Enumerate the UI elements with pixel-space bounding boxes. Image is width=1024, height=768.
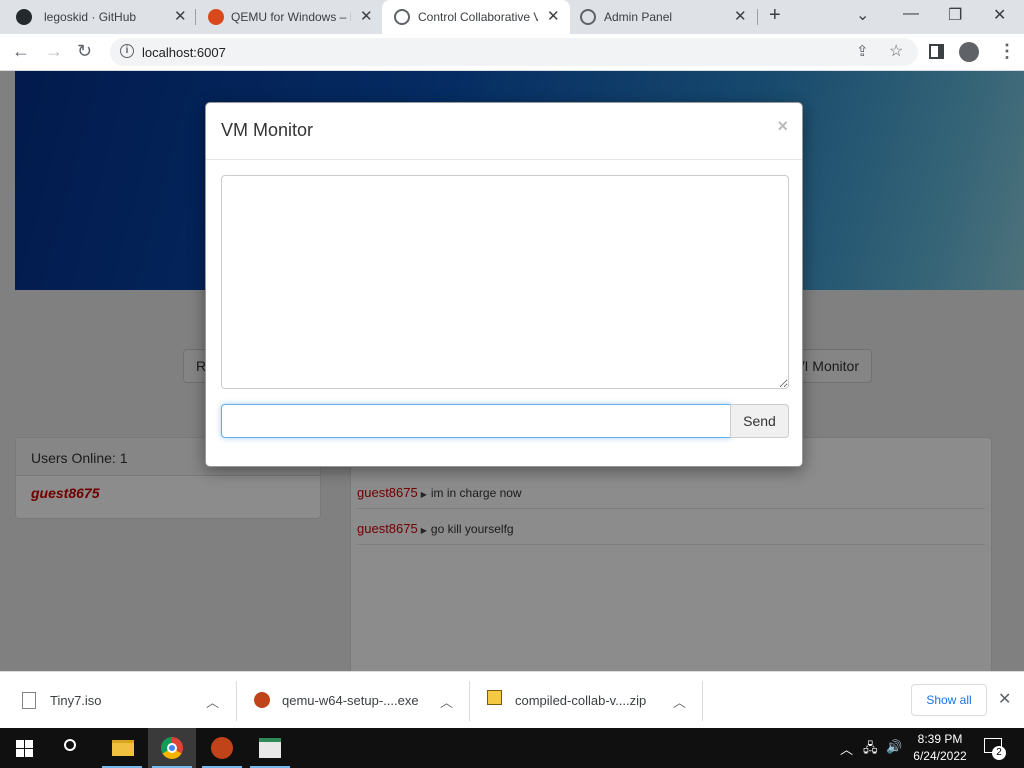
- taskbar-chrome[interactable]: [148, 728, 196, 768]
- tab-separator: [757, 9, 758, 25]
- zip-icon: [487, 690, 502, 705]
- tab-control-collaborative[interactable]: Control Collaborative V ✕: [382, 0, 570, 34]
- tray-chevron-up-icon[interactable]: ︿: [840, 739, 853, 758]
- download-item[interactable]: Tiny7.iso ︿: [22, 679, 232, 723]
- tab-search-icon[interactable]: ⌄: [856, 5, 869, 25]
- network-icon[interactable]: 🖧: [863, 739, 878, 761]
- download-filename: compiled-collab-v....zip: [515, 693, 647, 708]
- chrome-icon-center: [167, 743, 177, 753]
- chevron-up-icon[interactable]: ︿: [206, 692, 219, 711]
- tab-admin-panel[interactable]: Admin Panel ✕: [570, 0, 758, 34]
- back-arrow-icon[interactable]: ←: [12, 41, 30, 62]
- menu-kebab-icon[interactable]: ⋮: [998, 41, 1016, 62]
- tab-qemu[interactable]: QEMU for Windows – I ✕: [192, 0, 382, 34]
- window-close-icon[interactable]: ✕: [993, 5, 1006, 25]
- close-download-shelf-icon[interactable]: ✕: [998, 689, 1011, 709]
- notification-count-badge: 2: [992, 746, 1006, 760]
- file-icon: [22, 692, 36, 709]
- windows-logo-icon: [16, 740, 33, 757]
- reload-icon[interactable]: ↻: [77, 41, 92, 62]
- github-icon: [16, 9, 32, 25]
- modal-header: VM Monitor ×: [206, 103, 802, 160]
- tab-close-icon[interactable]: ✕: [734, 7, 747, 25]
- monitor-output-textarea[interactable]: [221, 175, 789, 389]
- taskbar-file-explorer[interactable]: [98, 728, 146, 768]
- download-separator: [702, 681, 703, 721]
- monitor-command-input[interactable]: [221, 404, 731, 438]
- bookmark-star-icon[interactable]: ☆: [889, 41, 903, 61]
- tab-close-icon[interactable]: ✕: [360, 7, 373, 25]
- download-filename: qemu-w64-setup-....exe: [282, 693, 419, 708]
- globe-icon: [394, 9, 410, 25]
- download-item[interactable]: qemu-w64-setup-....exe ︿: [254, 679, 464, 723]
- search-icon: [64, 739, 76, 751]
- send-button[interactable]: Send: [730, 404, 789, 438]
- tab-close-icon[interactable]: ✕: [547, 7, 560, 25]
- tab-label: legoskid · GitHub: [44, 10, 137, 24]
- folder-icon: [112, 740, 134, 756]
- window-app-icon: [259, 738, 281, 758]
- download-separator: [236, 681, 237, 721]
- browser-toolbar: ← → ↻ i localhost:6007 ⇪ ☆ ⋮: [0, 34, 1024, 71]
- site-info-icon[interactable]: i: [120, 44, 134, 58]
- tab-label: QEMU for Windows – I: [231, 10, 351, 24]
- clock-time: 8:39 PM: [917, 732, 963, 746]
- qemu-icon: [208, 9, 224, 25]
- clock-date: 6/24/2022: [913, 749, 967, 763]
- profile-avatar-icon[interactable]: [959, 42, 979, 62]
- forward-arrow-icon[interactable]: →: [45, 41, 63, 62]
- side-panel-icon[interactable]: [929, 44, 944, 59]
- tab-close-icon[interactable]: ✕: [174, 7, 187, 25]
- share-icon[interactable]: ⇪: [856, 42, 869, 60]
- modal-close-button[interactable]: ×: [777, 116, 788, 137]
- start-button[interactable]: [0, 728, 48, 768]
- address-bar[interactable]: i localhost:6007 ⇪ ☆: [110, 38, 918, 66]
- modal-title: VM Monitor: [221, 120, 314, 140]
- tab-label: Admin Panel: [604, 10, 673, 24]
- url-text: localhost:6007: [142, 45, 226, 60]
- download-separator: [469, 681, 470, 721]
- taskbar-qemu[interactable]: [198, 728, 246, 768]
- taskbar-search-button[interactable]: [48, 728, 96, 768]
- qemu-icon: [254, 692, 270, 708]
- taskbar-clock[interactable]: 8:39 PM 6/24/2022: [900, 731, 980, 765]
- vm-monitor-modal: VM Monitor × Send: [205, 102, 803, 467]
- tab-label: Control Collaborative V: [418, 10, 538, 24]
- browser-tab-strip: legoskid · GitHub ✕ QEMU for Windows – I…: [0, 0, 1024, 34]
- tab-github[interactable]: legoskid · GitHub ✕: [0, 0, 192, 34]
- minimize-icon[interactable]: —: [903, 5, 919, 23]
- qemu-icon: [211, 737, 233, 759]
- restore-icon[interactable]: ❐: [948, 5, 962, 25]
- download-shelf: Tiny7.iso ︿ qemu-w64-setup-....exe ︿ com…: [0, 671, 1024, 728]
- taskbar-app[interactable]: [246, 728, 294, 768]
- windows-taskbar: ︿ 🖧 🔊 8:39 PM 6/24/2022 2: [0, 728, 1024, 768]
- globe-icon: [580, 9, 596, 25]
- chevron-up-icon[interactable]: ︿: [440, 692, 453, 711]
- chevron-up-icon[interactable]: ︿: [673, 692, 686, 711]
- download-filename: Tiny7.iso: [50, 693, 102, 708]
- show-all-downloads-button[interactable]: Show all: [911, 684, 987, 716]
- new-tab-button[interactable]: +: [769, 4, 781, 27]
- download-item[interactable]: compiled-collab-v....zip ︿: [487, 679, 697, 723]
